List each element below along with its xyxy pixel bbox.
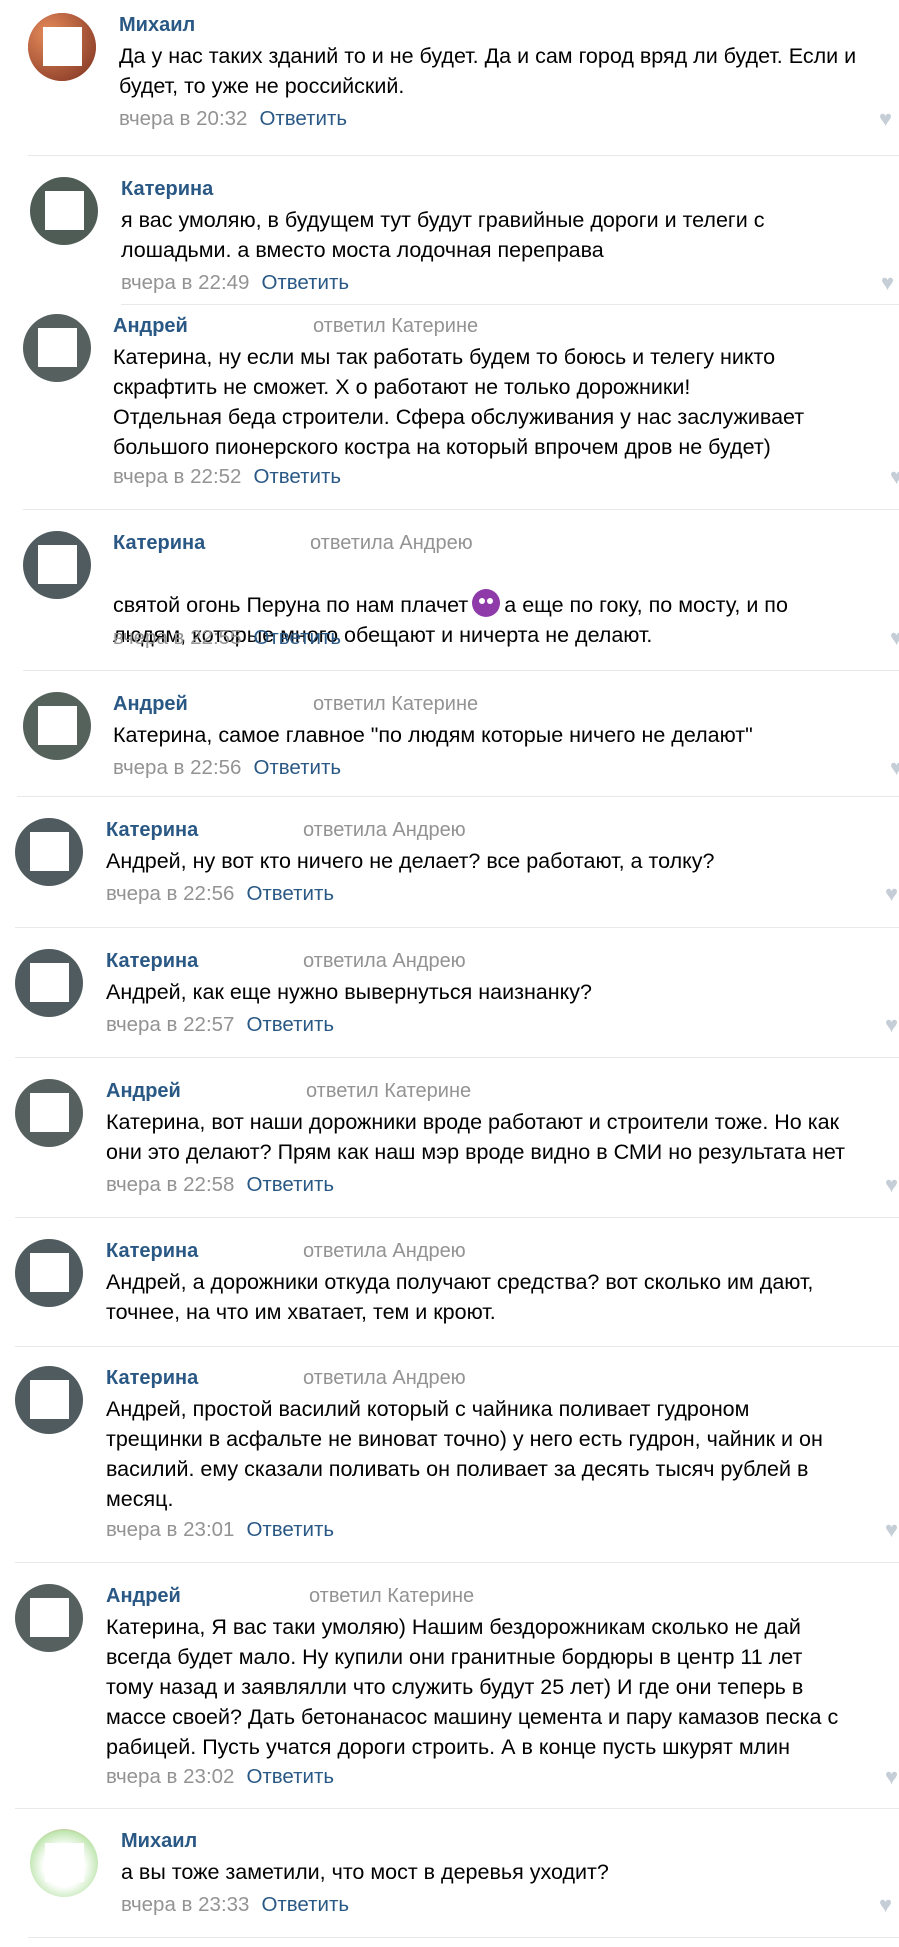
comment-time[interactable]: вчера в 23:33 [121,1893,249,1916]
divider [15,1808,899,1809]
author-name[interactable]: Катерина [106,950,198,973]
reply-to-label[interactable]: ответил Катерине [313,693,478,716]
divider [15,1562,899,1563]
heart-icon[interactable]: ♥ [879,1894,899,1916]
avatar[interactable] [15,949,83,1017]
avatar[interactable] [23,692,91,760]
author-name[interactable]: Михаил [119,14,195,37]
reply-button[interactable]: Ответить [253,465,341,488]
comment-text: Андрей, простой василий который с чайник… [106,1397,823,1511]
avatar[interactable] [30,1829,98,1897]
reply-button[interactable]: Ответить [246,882,334,905]
reply-button[interactable]: Ответить [259,107,347,130]
comment-text: Катерина, ну если мы так работать будем … [113,345,805,459]
heart-icon[interactable]: ♥ [890,757,899,779]
divider [28,1937,899,1938]
divider [15,927,899,928]
avatar[interactable] [15,818,83,886]
heart-icon[interactable]: ♥ [885,883,899,905]
reply-button[interactable]: Ответить [246,1765,334,1788]
divider [23,509,899,510]
reply-button[interactable]: Ответить [261,271,349,294]
reply-button[interactable]: Ответить [253,756,341,779]
author-name[interactable]: Катерина [113,532,205,555]
comment-text: а вы тоже заметили, что мост в деревья у… [121,1860,609,1884]
avatar[interactable] [15,1584,83,1652]
comment-time[interactable]: вчера в 22:58 [106,1173,234,1196]
avatar[interactable] [23,531,91,599]
divider [15,1217,899,1218]
heart-icon[interactable]: ♥ [885,1766,899,1788]
avatar[interactable] [15,1239,83,1307]
comment-text: Да у нас таких зданий то и не будет. Да … [119,44,857,98]
reply-to-label[interactable]: ответила Андрею [303,1240,466,1263]
divider [15,1057,899,1058]
comment-text: Андрей, как еще нужно вывернуться наизна… [106,980,592,1004]
reply-to-label[interactable]: ответил Катерине [306,1080,471,1103]
comment-time[interactable]: вчера в 22:52 [113,465,241,488]
devil-emoji-icon [472,589,501,617]
comment-time[interactable]: вчера в 22:57 [106,1013,234,1036]
reply-button[interactable]: Ответить [246,1173,334,1196]
divider [17,796,899,797]
heart-icon[interactable]: ♥ [885,1174,899,1196]
heart-icon[interactable]: ♥ [879,108,899,130]
comment-text: Катерина, самое главное "по людям которы… [113,723,753,747]
author-name[interactable]: Катерина [106,819,198,842]
comment-time[interactable]: вчера в 23:01 [106,1518,234,1541]
author-name[interactable]: Андрей [113,315,188,338]
comment-text: Катерина, вот наши дорожники вроде работ… [106,1110,846,1164]
comment-text: я вас умоляю, в будущем тут будут гравий… [121,208,765,262]
heart-icon[interactable]: ♥ [885,1014,899,1036]
comment-text: Андрей, а дорожники откуда получают сред… [106,1270,814,1324]
comment-time[interactable]: вчера в 22:49 [121,271,249,294]
comment-text-part: святой огонь Перуна по нам плачет [113,593,469,617]
comment-text: Андрей, ну вот кто ничего не делает? все… [106,849,715,873]
reply-to-label[interactable]: ответил Катерине [313,315,478,338]
author-name[interactable]: Андрей [106,1585,181,1608]
avatar[interactable] [30,177,98,245]
reply-to-label[interactable]: ответил Катерине [309,1585,474,1608]
comment-time[interactable]: вчера в 23:02 [106,1765,234,1788]
reply-button[interactable]: Ответить [253,626,341,649]
avatar[interactable] [15,1079,83,1147]
reply-button[interactable]: Ответить [246,1518,334,1541]
divider [121,304,899,305]
author-name[interactable]: Андрей [113,693,188,716]
author-name[interactable]: Андрей [106,1080,181,1103]
author-name[interactable]: Катерина [106,1240,198,1263]
comment-time[interactable]: вчера в 22:56 [113,756,241,779]
avatar[interactable] [28,13,96,81]
divider [15,1346,899,1347]
reply-to-label[interactable]: ответила Андрею [303,950,466,973]
reply-to-label[interactable]: ответила Андрею [310,532,473,555]
author-name[interactable]: Михаил [121,1830,197,1853]
heart-icon[interactable]: ♥ [890,627,899,649]
reply-button[interactable]: Ответить [246,1013,334,1036]
avatar[interactable] [15,1366,83,1434]
comment-time[interactable]: вчера в 22:56 [106,882,234,905]
heart-icon[interactable]: ♥ [881,272,899,294]
comment-time[interactable]: вчера в 22:55 [113,626,241,649]
author-name[interactable]: Катерина [121,178,213,201]
author-name[interactable]: Катерина [106,1367,198,1390]
comment-text: Катерина, Я вас таки умоляю) Нашим бездо… [106,1615,839,1759]
avatar[interactable] [23,314,91,382]
reply-to-label[interactable]: ответила Андрею [303,819,466,842]
reply-to-label[interactable]: ответила Андрею [303,1367,466,1390]
heart-icon[interactable]: ♥ [890,466,899,488]
comment-time[interactable]: вчера в 20:32 [119,107,247,130]
divider [28,155,899,156]
reply-button[interactable]: Ответить [261,1893,349,1916]
heart-icon[interactable]: ♥ [885,1519,899,1541]
divider [23,670,899,671]
